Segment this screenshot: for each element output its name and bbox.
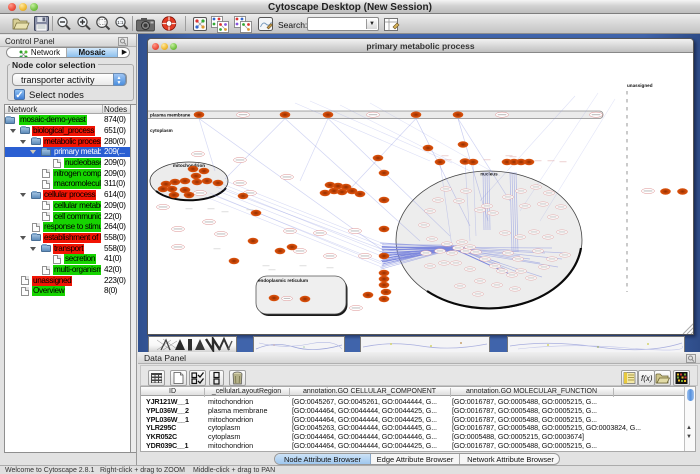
svg-text:f(x): f(x) [641, 374, 653, 383]
svg-text:unassigned: unassigned [627, 83, 653, 88]
svg-text:1:1: 1:1 [117, 20, 124, 25]
svg-text:endoplasmic reticulum: endoplasmic reticulum [258, 278, 308, 283]
svg-text:cytoplasm: cytoplasm [150, 128, 173, 133]
svg-text:plasma membrane: plasma membrane [150, 112, 191, 117]
